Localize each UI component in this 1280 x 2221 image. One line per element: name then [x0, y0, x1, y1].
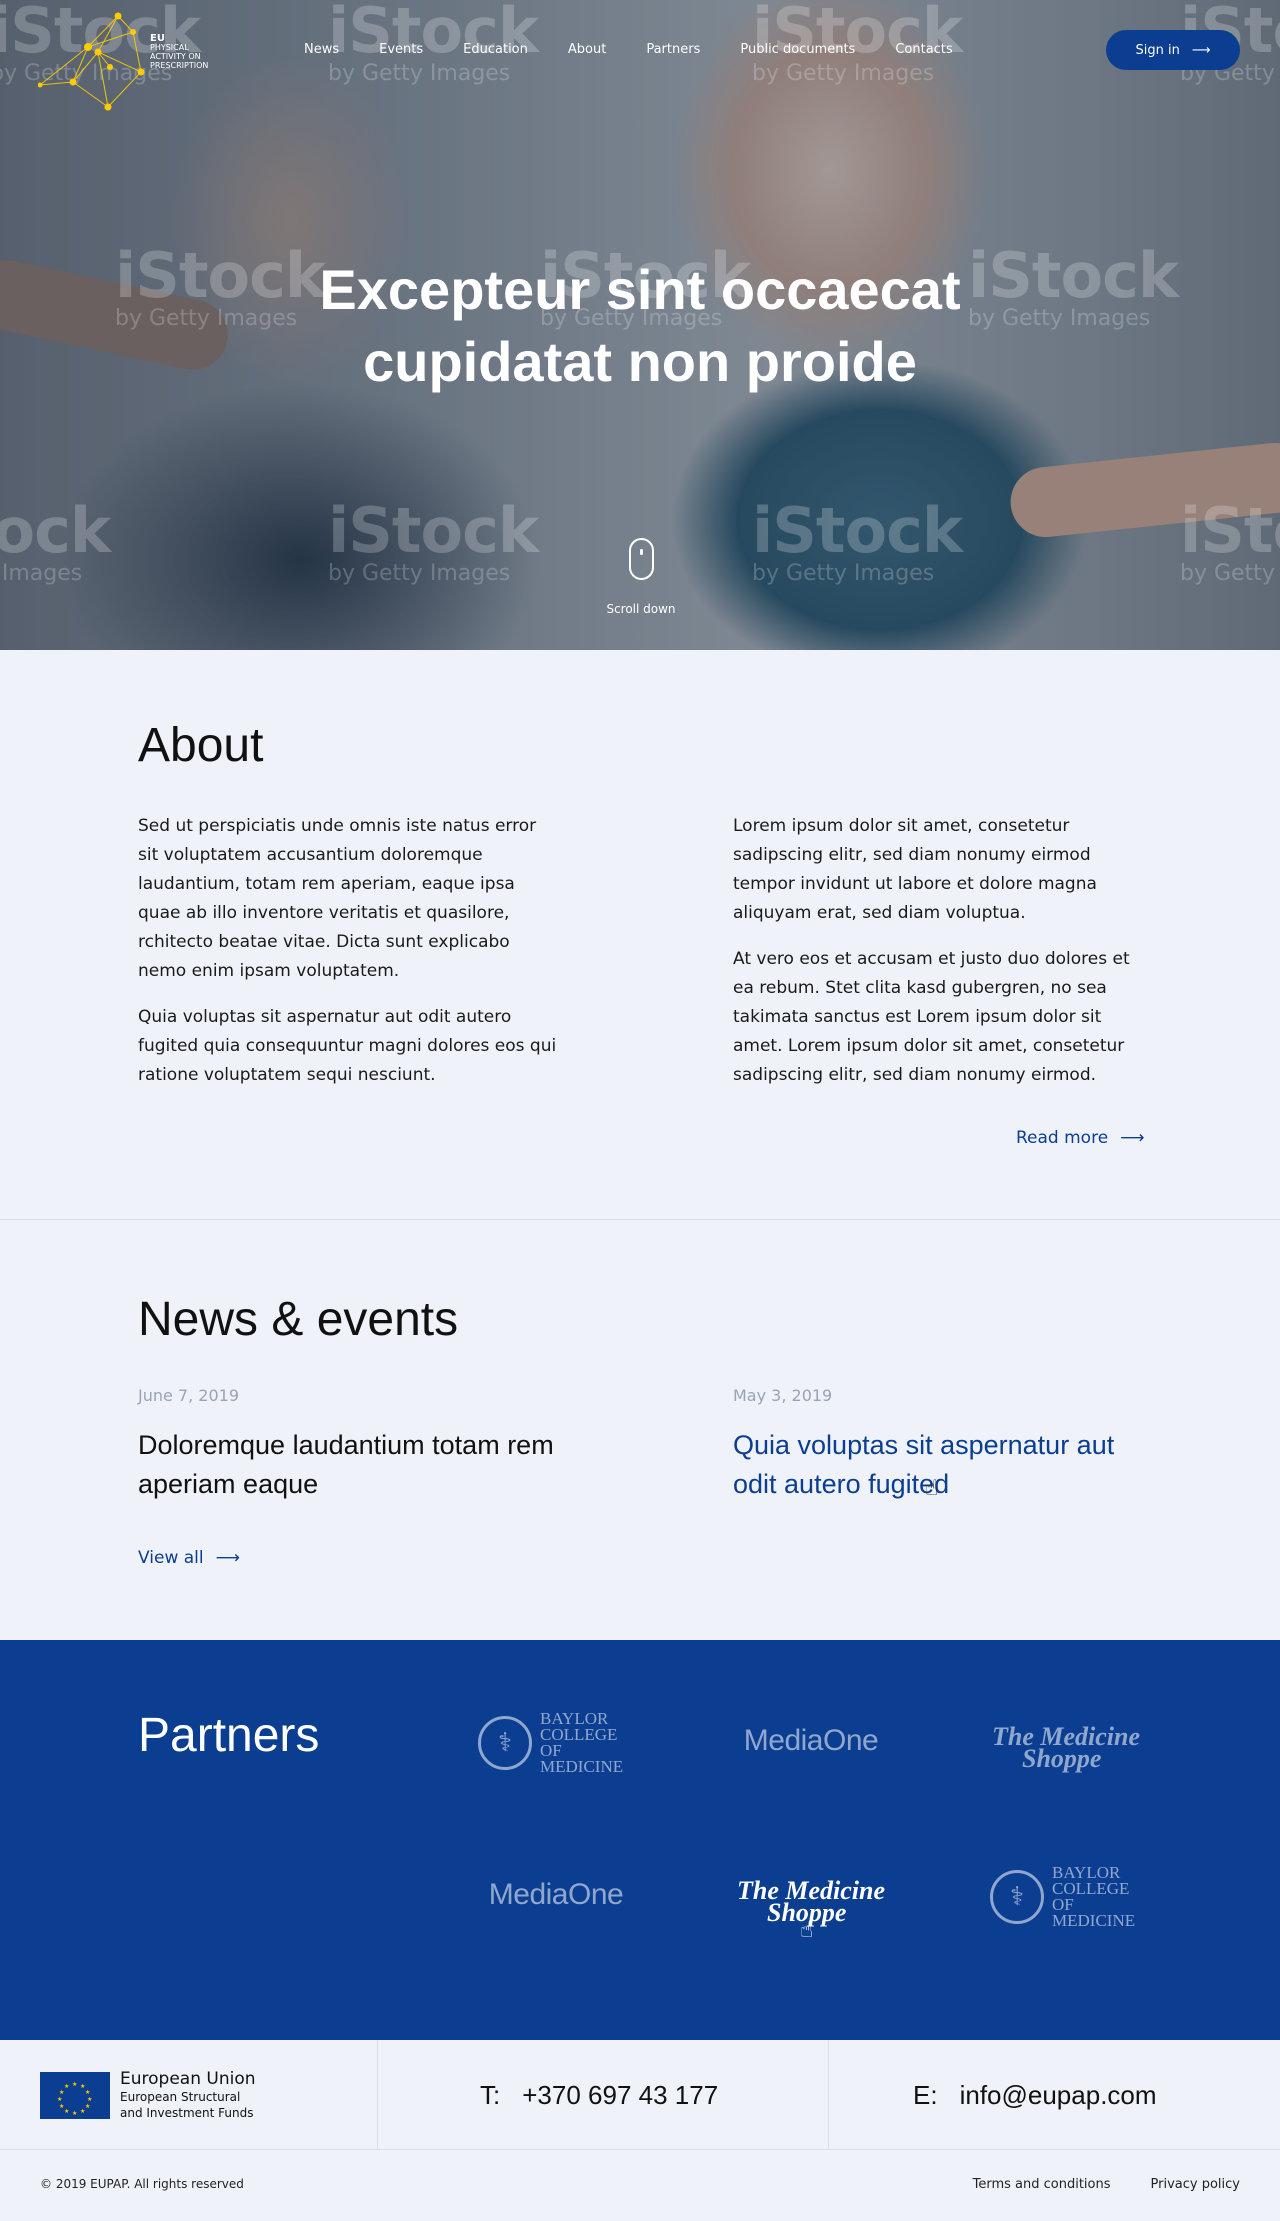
phone-number: +370 697 43 177 [522, 2079, 719, 2110]
news-date: May 3, 2019 [733, 1386, 833, 1405]
news-date: June 7, 2019 [138, 1386, 239, 1405]
watermark: iStockby Getty Images [0, 494, 111, 586]
scroll-down[interactable]: Scroll down [601, 538, 681, 616]
partners-section: Partners ⚕ Baylor College of Medicine Me… [0, 1640, 1280, 2040]
read-more-label: Read more [1016, 1128, 1109, 1148]
nav-contacts[interactable]: Contacts [895, 42, 952, 57]
nav-public-documents[interactable]: Public documents [740, 42, 855, 57]
view-all-link[interactable]: View all ⟶ [138, 1548, 240, 1568]
footer-divider [377, 2040, 378, 2150]
watermark: iStockby Getty Images [1180, 494, 1280, 586]
partner-logo-text: Baylor College of Medicine [540, 1709, 624, 1776]
main-nav: News Events Education About Partners Pub… [304, 42, 993, 57]
about-left-column: Sed ut perspiciatis unde omnis iste natu… [138, 812, 558, 1107]
privacy-link[interactable]: Privacy policy [1151, 2177, 1240, 2192]
caduceus-icon: ⚕ [478, 1716, 532, 1770]
footer-top: ★ ★ ★ ★ ★ ★ ★ ★ ★ ★ ★ ★ European Union European … [0, 2040, 1280, 2150]
sign-in-button[interactable]: Sign in ⟶ [1106, 30, 1240, 70]
news-item-title[interactable]: Quia voluptas sit aspernatur aut odit au… [733, 1426, 1153, 1504]
partner-logo-baylor[interactable]: ⚕ Baylor College of Medicine [990, 1862, 1150, 1932]
copyright: © 2019 EUPAP. All rights reserved [40, 2177, 244, 2191]
arrow-right-icon: ⟶ [1120, 1128, 1145, 1148]
phone-label: T: [480, 2079, 501, 2110]
partner-logo-mediaone[interactable]: MediaOne [481, 1878, 631, 1912]
hand-cursor-icon: ☝ [800, 1918, 814, 1943]
sign-in-label: Sign in [1135, 42, 1180, 58]
watermark: iStockby Getty Images [752, 494, 963, 586]
logo-text: EU Physical Activity on Prescription [150, 33, 209, 71]
about-section: About Sed ut perspiciatis unde omnis ist… [0, 650, 1280, 1220]
view-all-label: View all [138, 1548, 204, 1568]
eu-funding-text: European Union European Structural and I… [120, 2069, 256, 2120]
about-paragraph: At vero eos et accusam et justo duo dolo… [733, 949, 1130, 1085]
nav-events[interactable]: Events [379, 42, 423, 57]
network-logo-icon [37, 12, 145, 111]
eu-flag-icon: ★ ★ ★ ★ ★ ★ ★ ★ ★ ★ ★ ★ [40, 2071, 110, 2119]
mouse-icon [628, 538, 654, 580]
terms-link[interactable]: Terms and conditions [973, 2177, 1111, 2192]
arrow-right-icon: ⟶ [215, 1548, 240, 1568]
news-title: News & events [138, 1293, 459, 1346]
nav-partners[interactable]: Partners [646, 42, 700, 57]
about-paragraph: Lorem ipsum dolor sit amet, consetetur s… [733, 816, 1097, 923]
arrow-right-icon: ⟶ [1191, 42, 1211, 58]
eu-funding-block: ★ ★ ★ ★ ★ ★ ★ ★ ★ ★ ★ ★ European Union European … [40, 2040, 256, 2150]
watermark: iStockby Getty Images [328, 494, 539, 586]
footer-links: Terms and conditions Privacy policy [973, 2177, 1240, 2192]
hero-title: Excepteur sint occaecat cupidatat non pr… [319, 258, 961, 393]
site-footer: ★ ★ ★ ★ ★ ★ ★ ★ ★ ★ ★ ★ European Union European … [0, 2040, 1280, 2220]
hand-cursor-icon: ☝ [925, 1476, 939, 1501]
about-title: About [138, 719, 264, 772]
caduceus-icon: ⚕ [990, 1870, 1044, 1924]
news-item-title[interactable]: Doloremque laudantium totam rem aperiam … [138, 1426, 558, 1504]
about-paragraph: Sed ut perspiciatis unde omnis iste natu… [138, 816, 537, 981]
read-more-link[interactable]: Read more ⟶ [1016, 1128, 1145, 1148]
footer-bottom: © 2019 EUPAP. All rights reserved Terms … [0, 2150, 1280, 2220]
email-address: info@eupap.com [959, 2079, 1157, 2110]
nav-news[interactable]: News [304, 42, 339, 57]
nav-education[interactable]: Education [463, 42, 528, 57]
hero-section: iStock by Getty Images iStock by Getty Ima… [0, 0, 1280, 650]
footer-divider [828, 2040, 829, 2150]
scroll-down-label: Scroll down [606, 602, 676, 616]
partner-logo-text: Baylor College of Medicine [1052, 1863, 1136, 1930]
about-paragraph: Quia voluptas sit aspernatur aut odit au… [138, 1007, 557, 1085]
partners-title: Partners [138, 1709, 320, 1762]
partner-logo-baylor[interactable]: ⚕ Baylor College of Medicine [478, 1708, 638, 1778]
partner-logo-mediaone[interactable]: MediaOne [736, 1724, 886, 1758]
footer-email[interactable]: E: info@eupap.com [913, 2040, 1157, 2150]
footer-phone[interactable]: T: +370 697 43 177 [480, 2040, 718, 2150]
news-section: News & events June 7, 2019 Doloremque la… [0, 1220, 1280, 1640]
email-label: E: [913, 2079, 938, 2110]
site-header: EU Physical Activity on Prescription New… [0, 0, 1280, 111]
nav-about[interactable]: About [568, 42, 606, 57]
partner-logo-medicine-shoppe[interactable]: The Medicine Shoppe [992, 1724, 1142, 1772]
about-right-column: Lorem ipsum dolor sit amet, consetetur s… [733, 812, 1153, 1107]
